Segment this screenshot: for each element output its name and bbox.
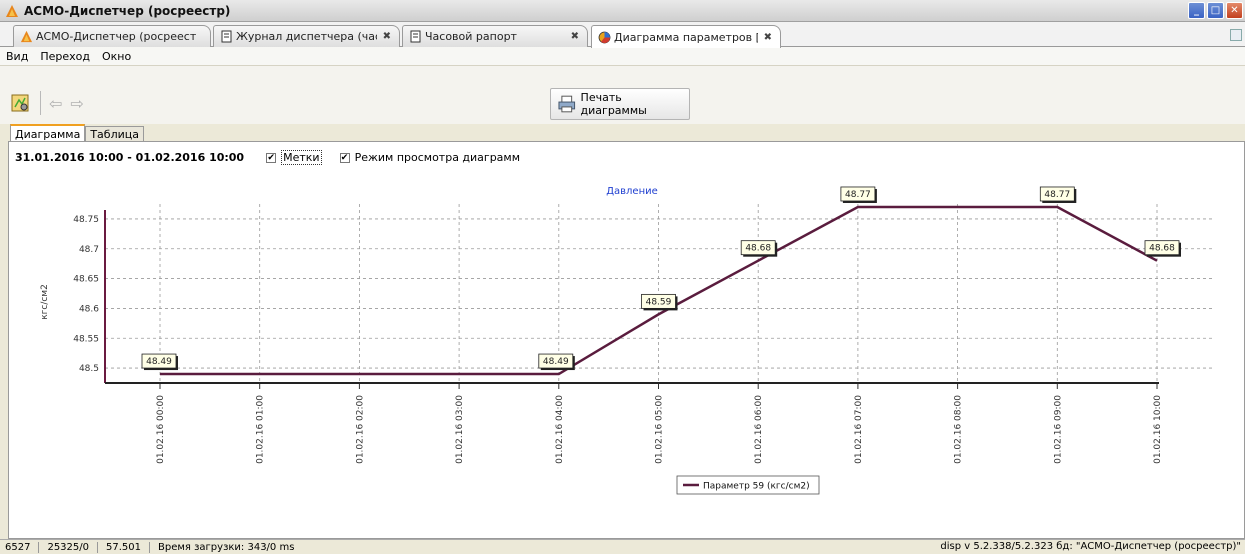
close-button[interactable]: ✕ <box>1226 2 1243 19</box>
tab-list-dropdown[interactable] <box>1230 29 1242 41</box>
menu-window[interactable]: Окно <box>102 50 131 63</box>
data-label: 48.59 <box>641 293 678 311</box>
y-tick-label: 48.75 <box>73 215 99 225</box>
y-tick-label: 48.65 <box>73 275 99 285</box>
close-tab-icon[interactable]: ✖ <box>571 31 579 42</box>
x-tick-label: 01.02.16 06:00 <box>754 395 764 464</box>
menu-view[interactable]: Вид <box>6 50 28 63</box>
pressure-chart: Давление кгс/см2 48.5 48.55 48.6 48.65 48.7 4… <box>40 186 1214 495</box>
status-version: disp v 5.2.338/5.2.323 бд: "АСМО-Диспетч… <box>940 541 1241 552</box>
x-tick-label: 01.02.16 00:00 <box>156 395 166 464</box>
tab-label: Часовой рапорт <box>425 30 517 43</box>
tab-table[interactable]: Таблица <box>85 126 144 142</box>
tab-main[interactable]: АСМО-Диспетчер (росреест <box>13 25 211 47</box>
tab-hourly-report[interactable]: Часовой рапорт ✖ <box>402 25 588 47</box>
print-chart-label: Печать диаграммы <box>580 91 647 117</box>
printer-icon <box>558 95 576 113</box>
back-arrow-icon[interactable]: ⇦ <box>49 94 62 113</box>
x-tick-label: 01.02.16 03:00 <box>455 395 465 464</box>
chart-legend: Параметр 59 (кгс/см2) <box>676 475 820 495</box>
data-label: 48.77 <box>1039 186 1077 203</box>
tab-dispatcher-log[interactable]: Журнал диспетчера (час ✖ <box>213 25 400 47</box>
window-title: АСМО-Диспетчер (росреестр) <box>24 3 231 18</box>
x-tick-label: 01.02.16 08:00 <box>954 395 964 464</box>
data-label: 48.68 <box>740 240 778 257</box>
x-tick-label: 01.02.16 05:00 <box>655 395 665 464</box>
settings-map-icon[interactable] <box>8 91 32 115</box>
x-tick-label: 01.02.16 02:00 <box>355 395 365 464</box>
menu-navigate[interactable]: Переход <box>40 50 90 63</box>
legend-label: Параметр 59 (кгс/см2) <box>703 482 810 492</box>
menubar: Вид Переход Окно <box>0 47 1245 66</box>
data-label-text: 48.68 <box>1149 244 1175 254</box>
x-tick-label: 01.02.16 09:00 <box>1053 395 1063 464</box>
status-item: 25325/0 <box>47 541 98 553</box>
y-tick-label: 48.55 <box>73 334 99 344</box>
status-item: 57.501 <box>106 541 150 553</box>
minimize-button[interactable]: _ <box>1188 2 1205 19</box>
tab-label: АСМО-Диспетчер (росреест <box>36 30 197 43</box>
document-icon <box>410 30 421 43</box>
document-icon <box>221 30 232 43</box>
status-item: 6527 <box>5 541 40 553</box>
data-label-text: 48.59 <box>646 297 672 307</box>
tab-chart[interactable]: Диаграмма <box>10 124 86 142</box>
close-tab-icon[interactable]: ✖ <box>764 32 772 43</box>
chart-title: Давление <box>606 186 658 197</box>
close-tab-icon[interactable]: ✖ <box>383 31 391 42</box>
app-logo-icon <box>20 30 33 43</box>
y-tick-label: 48.7 <box>79 245 99 255</box>
pie-chart-icon <box>598 31 611 43</box>
view-tabs: Диаграмма Таблица <box>10 124 144 142</box>
status-load-time: Время загрузки: 343/0 ms <box>158 541 295 553</box>
y-tick-label: 48.5 <box>79 364 99 374</box>
data-label-text: 48.49 <box>146 357 172 367</box>
data-label-text: 48.77 <box>845 190 871 200</box>
tab-label: Диаграмма параметров [ <box>614 30 758 44</box>
y-tick-label: 48.6 <box>79 304 99 314</box>
x-tick-label: 01.02.16 10:00 <box>1153 395 1163 464</box>
x-tick-label: 01.02.16 04:00 <box>555 395 565 464</box>
data-label: 48.68 <box>1144 240 1181 257</box>
maximize-button[interactable]: □ <box>1207 2 1224 19</box>
app-logo-icon <box>6 4 18 17</box>
toolbar: ⇦ ⇨ Печать диаграммы <box>0 66 1245 124</box>
data-label-text: 48.49 <box>543 357 569 367</box>
chart-panel: 31.01.2016 10:00 - 01.02.2016 10:00 ✔ Ме… <box>8 141 1245 539</box>
data-label: 48.49 <box>538 353 575 371</box>
data-label-text: 48.68 <box>745 244 771 254</box>
toolbar-separator <box>40 91 41 115</box>
window-titlebar: АСМО-Диспетчер (росреестр) _ □ ✕ <box>0 0 1245 22</box>
x-tick-label: 01.02.16 01:00 <box>256 395 266 464</box>
document-tabstrip: АСМО-Диспетчер (росреест Журнал диспетче… <box>0 22 1245 48</box>
data-label: 48.49 <box>141 353 178 371</box>
y-axis-label: кгс/см2 <box>40 284 50 320</box>
data-label: 48.77 <box>840 186 877 203</box>
x-tick-label: 01.02.16 07:00 <box>854 395 864 464</box>
data-label-text: 48.77 <box>1044 190 1070 200</box>
print-chart-button[interactable]: Печать диаграммы <box>550 88 690 120</box>
tab-parameter-chart[interactable]: Диаграмма параметров [ ✖ <box>591 25 781 48</box>
tab-label: Журнал диспетчера (час <box>236 30 377 43</box>
forward-arrow-icon[interactable]: ⇨ <box>70 94 83 113</box>
statusbar: 6527 25325/0 57.501 Время загрузки: 343/… <box>0 539 1245 554</box>
